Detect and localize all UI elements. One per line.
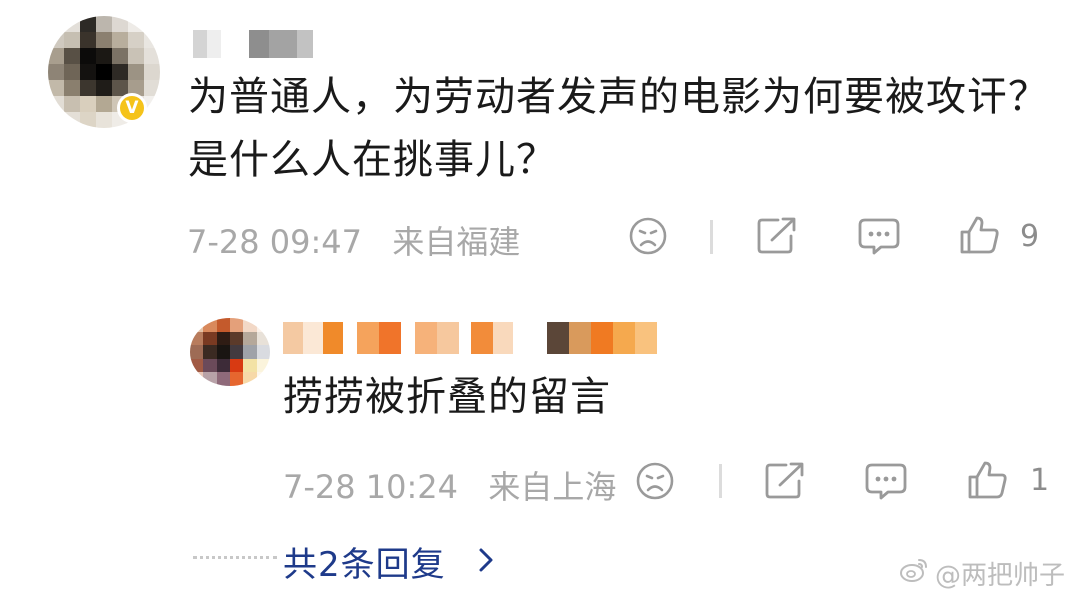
reply-text: 捞捞被折叠的留言 <box>283 374 611 420</box>
reply-location: 来自上海 <box>488 468 617 506</box>
weibo-logo-icon <box>899 557 929 590</box>
comment-meta: 7-28 09:47 来自福建 <box>187 217 520 263</box>
comment-text: 为普通人，为劳动者发声的电影为何要被攻讦？是什么人在挑事儿？ <box>188 74 1049 183</box>
verified-badge-icon: V <box>117 93 147 123</box>
comment-time: 7-28 09:47 <box>187 223 363 261</box>
divider <box>710 220 713 254</box>
avatar-mosaic <box>190 318 270 386</box>
commenter-name[interactable] <box>193 30 313 58</box>
divider <box>719 464 722 498</box>
like-icon[interactable] <box>967 459 1009 501</box>
dislike-face-icon[interactable] <box>628 216 668 256</box>
comment-location: 来自福建 <box>392 223 521 261</box>
comment-icon[interactable] <box>864 461 908 501</box>
reply-time: 7-28 10:24 <box>283 468 459 506</box>
dotted-divider <box>193 556 277 559</box>
like-count: 9 <box>1020 219 1040 254</box>
chevron-right-icon[interactable] <box>476 546 496 578</box>
like-count: 1 <box>1030 463 1050 498</box>
reply-meta: 7-28 10:24 来自上海 <box>283 462 616 508</box>
share-icon[interactable] <box>756 216 798 256</box>
view-replies-link[interactable]: 共2条回复 <box>283 537 446 586</box>
dislike-face-icon[interactable] <box>635 461 675 501</box>
watermark: @两把帅子 <box>899 555 1065 592</box>
replier-name[interactable] <box>283 322 657 354</box>
watermark-text: @两把帅子 <box>934 561 1065 591</box>
like-icon[interactable] <box>959 214 1001 256</box>
share-icon[interactable] <box>764 461 806 501</box>
replier-avatar[interactable] <box>190 318 270 386</box>
comment-icon[interactable] <box>857 216 901 256</box>
